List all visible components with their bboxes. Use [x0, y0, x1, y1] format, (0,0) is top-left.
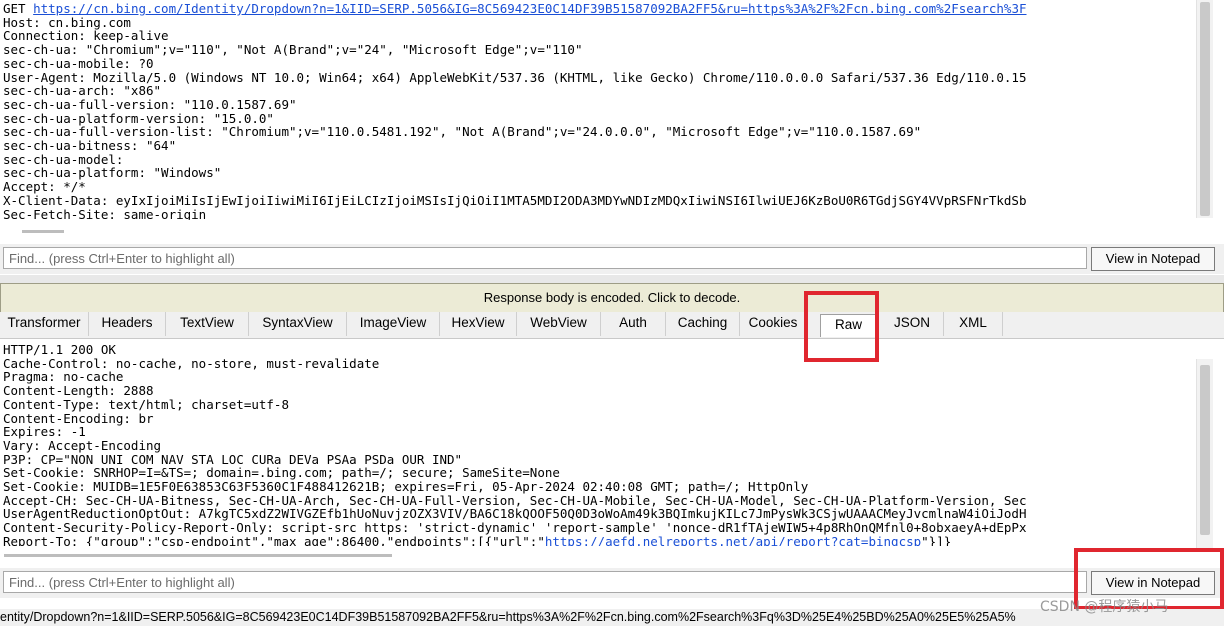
response-find-bar: Find... (press Ctrl+Enter to highlight a…	[0, 568, 1224, 598]
raw-line-link[interactable]: https://cn.bing.com/Identity/Dropdown?n=…	[33, 2, 1026, 16]
request-horizontal-scroll-thumb[interactable]	[22, 230, 64, 233]
tab-webview[interactable]: WebView	[517, 312, 601, 336]
raw-line: sec-ch-ua-bitness: "64"	[3, 138, 177, 154]
raw-line: sec-ch-ua-model:	[3, 151, 124, 167]
request-vertical-scrollbar[interactable]	[1196, 0, 1213, 218]
response-inspector-tabs: Transformer Headers TextView SyntaxView Imag…	[0, 312, 1224, 339]
tab-caching[interactable]: Caching	[666, 312, 740, 336]
raw-line: UserAgentReductionOptOut: A7kgTC5xdZ2WIV…	[3, 506, 1027, 522]
raw-line: Accept: */*	[3, 179, 86, 195]
tab-textview[interactable]: TextView	[166, 312, 249, 336]
raw-line: Set-Cookie: MUIDB=1E5F0E63853C63F5360C1F…	[3, 479, 809, 495]
raw-line: sec-ch-ua-mobile: ?0	[3, 55, 154, 71]
raw-line-prefix: GET	[3, 2, 34, 16]
watermark: CSDN @程序猿小马	[1040, 599, 1169, 615]
raw-line: Content-Length: 2888	[3, 383, 154, 399]
raw-line-suffix: "}]}	[921, 533, 952, 546]
decode-banner[interactable]: Response body is encoded. Click to decod…	[0, 283, 1224, 313]
request-pane[interactable]: GET https://cn.bing.com/Identity/Dropdow…	[0, 0, 1224, 240]
raw-line: sec-ch-ua-arch: "x86"	[3, 83, 162, 99]
raw-line: Host: cn.bing.com	[3, 14, 131, 30]
raw-tab-highlight-box	[804, 291, 879, 362]
raw-line: Content-Security-Policy-Report-Only: scr…	[3, 520, 1027, 536]
raw-line: sec-ch-ua-platform-version: "15.0.0"	[3, 110, 274, 126]
pane-splitter[interactable]	[0, 275, 1224, 283]
response-pane[interactable]: HTTP/1.1 200 OK Cache-Control: no-cache, …	[0, 339, 1224, 565]
request-find-bar: Find... (press Ctrl+Enter to highlight a…	[0, 244, 1224, 274]
raw-line: Sec-Fetch-Site: same-origin	[3, 206, 207, 220]
request-raw-text[interactable]: GET https://cn.bing.com/Identity/Dropdow…	[3, 2, 1193, 220]
response-raw-text[interactable]: HTTP/1.1 200 OK Cache-Control: no-cache, …	[3, 343, 1193, 546]
raw-line: Cache-Control: no-cache, no-store, must-…	[3, 355, 380, 371]
raw-line: Connection: keep-alive	[3, 28, 169, 44]
raw-line: sec-ch-ua-full-version: "110.0.1587.69"	[3, 96, 297, 112]
tab-transformer[interactable]: Transformer	[0, 312, 89, 336]
raw-line: Pragma: no-cache	[3, 369, 124, 385]
request-find-input[interactable]: Find... (press Ctrl+Enter to highlight a…	[3, 247, 1087, 269]
tab-xml[interactable]: XML	[944, 312, 1003, 336]
raw-line: User-Agent: Mozilla/5.0 (Windows NT 10.0…	[3, 69, 1027, 85]
raw-line: sec-ch-ua-full-version-list: "Chromium";…	[3, 124, 922, 140]
request-scroll-thumb[interactable]	[1200, 2, 1210, 216]
raw-line: Content-Encoding: br	[3, 410, 154, 426]
tab-syntaxview[interactable]: SyntaxView	[249, 312, 347, 336]
raw-line-prefix: Report-To: {"group":"csp-endpoint","max_…	[3, 533, 545, 546]
raw-line-link[interactable]: https://aefd.nelreports.net/api/report?c…	[545, 534, 921, 546]
response-vertical-scrollbar[interactable]	[1196, 359, 1213, 549]
response-scroll-thumb[interactable]	[1200, 365, 1210, 535]
raw-line: Report-To: {"group":"csp-endpoint","max_…	[3, 533, 1193, 546]
tab-headers[interactable]: Headers	[89, 312, 166, 336]
response-find-input[interactable]: Find... (press Ctrl+Enter to highlight a…	[3, 571, 1087, 593]
tab-auth[interactable]: Auth	[601, 312, 666, 336]
raw-line: sec-ch-ua-platform: "Windows"	[3, 165, 222, 181]
request-view-in-notepad-button[interactable]: View in Notepad	[1091, 247, 1215, 271]
raw-line: Content-Type: text/html; charset=utf-8	[3, 396, 289, 412]
raw-line: Expires: -1	[3, 424, 86, 440]
raw-line: X-Client-Data: eyIxIjoiMiIsIjEwIjoiIiwiM…	[3, 192, 1027, 208]
raw-line: HTTP/1.1 200 OK	[3, 343, 116, 357]
tab-imageview[interactable]: ImageView	[347, 312, 440, 336]
raw-line: P3P: CP="NON UNI COM NAV STA LOC CURa DE…	[3, 451, 463, 467]
raw-line: Vary: Accept-Encoding	[3, 437, 162, 453]
raw-line: Accept-CH: Sec-CH-UA-Bitness, Sec-CH-UA-…	[3, 492, 1027, 508]
response-horizontal-scroll-thumb[interactable]	[4, 554, 392, 557]
raw-line: Set-Cookie: SNRHOP=I=&TS=; domain=.bing.…	[3, 465, 560, 481]
raw-line: sec-ch-ua: "Chromium";v="110", "Not A(Br…	[3, 42, 583, 58]
tab-hexview[interactable]: HexView	[440, 312, 517, 336]
tab-cookies[interactable]: Cookies	[740, 312, 807, 336]
raw-line: GET https://cn.bing.com/Identity/Dropdow…	[3, 2, 1193, 16]
tab-json[interactable]: JSON	[881, 312, 944, 336]
